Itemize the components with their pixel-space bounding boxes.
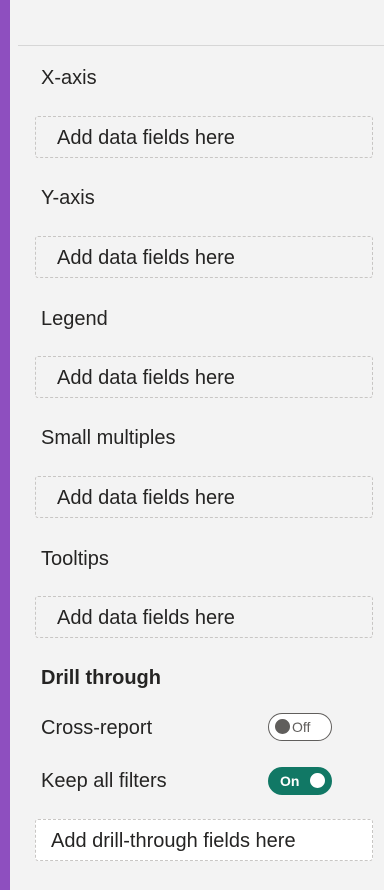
tooltips-label: Tooltips (41, 548, 109, 570)
drill-through-title: Drill through (41, 667, 161, 689)
small-multiples-label: Small multiples (41, 427, 176, 449)
visualizations-pane: X-axis Add data fields here Y-axis Add d… (0, 0, 384, 890)
keep-all-filters-toggle[interactable]: On (268, 767, 332, 795)
x-axis-well[interactable]: Add data fields here (35, 116, 373, 158)
cross-report-toggle-knob (275, 719, 290, 734)
field-wells-panel: X-axis Add data fields here Y-axis Add d… (10, 45, 384, 890)
pane-accent-bar (0, 0, 10, 890)
pane-header-strip (18, 0, 384, 46)
keep-all-filters-toggle-state: On (280, 773, 300, 789)
drill-through-fields-placeholder: Add drill-through fields here (51, 830, 296, 852)
keep-all-filters-label: Keep all filters (41, 770, 167, 792)
x-axis-label: X-axis (41, 67, 97, 89)
keep-all-filters-toggle-knob (310, 773, 325, 788)
y-axis-label: Y-axis (41, 187, 95, 209)
drill-through-fields-well[interactable]: Add drill-through fields here (35, 819, 373, 861)
small-multiples-well-placeholder: Add data fields here (57, 487, 235, 509)
cross-report-label: Cross-report (41, 717, 153, 739)
x-axis-well-placeholder: Add data fields here (57, 127, 235, 149)
legend-well-placeholder: Add data fields here (57, 367, 235, 389)
cross-report-toggle-state: Off (292, 719, 311, 735)
cross-report-toggle[interactable]: Off (268, 713, 332, 741)
legend-label: Legend (41, 308, 108, 330)
y-axis-well-placeholder: Add data fields here (57, 247, 235, 269)
tooltips-well[interactable]: Add data fields here (35, 596, 373, 638)
y-axis-well[interactable]: Add data fields here (35, 236, 373, 278)
tooltips-well-placeholder: Add data fields here (57, 607, 235, 629)
legend-well[interactable]: Add data fields here (35, 356, 373, 398)
small-multiples-well[interactable]: Add data fields here (35, 476, 373, 518)
